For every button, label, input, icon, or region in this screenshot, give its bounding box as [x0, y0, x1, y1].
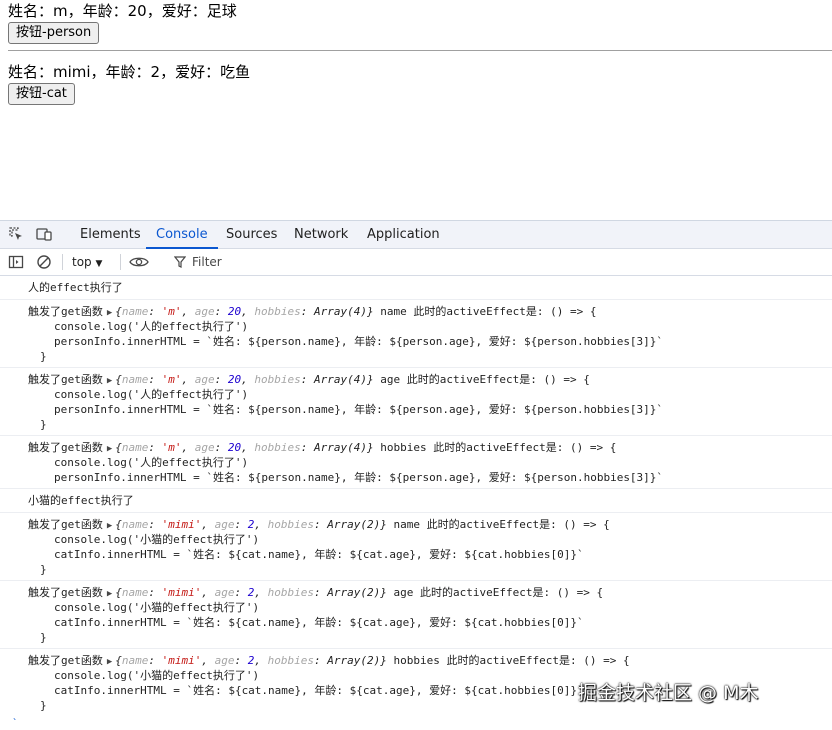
sidebar-toggle-icon[interactable]: [8, 254, 24, 270]
console-output: 人的effect执行了 触发了get函数 ▶ {name: 'm', age: 20…: [0, 276, 832, 716]
active-effect-label: 此时的activeEffect是: () => {: [426, 518, 610, 531]
person-info: 姓名：m，年龄：20，爱好：足球: [8, 2, 237, 20]
tab-application[interactable]: Application: [357, 221, 450, 248]
log-prefix: 触发了get函数: [28, 305, 103, 318]
expand-triangle-icon[interactable]: ▶: [107, 444, 112, 454]
toolbar-separator: [120, 254, 121, 270]
expand-triangle-icon[interactable]: ▶: [107, 589, 112, 599]
object-preview[interactable]: {name: 'mimi', age: 2, hobbies: Array(2)…: [115, 654, 387, 667]
object-preview[interactable]: {name: 'mimi', age: 2, hobbies: Array(2)…: [115, 586, 387, 599]
code-line: console.log('小猫的effect执行了'): [54, 601, 260, 614]
log-prefix: 触发了get函数: [28, 441, 103, 454]
context-label: top: [72, 255, 92, 269]
active-effect-label: 此时的activeEffect是: () => {: [420, 586, 604, 599]
clear-console-icon[interactable]: [36, 254, 52, 270]
toolbar-separator: [62, 254, 63, 270]
expand-triangle-icon[interactable]: ▶: [107, 308, 112, 318]
code-line: console.log('人的effect执行了'): [54, 320, 249, 333]
console-message: 触发了get函数 ▶ {name: 'mimi', age: 2, hobbies:…: [0, 581, 832, 649]
prop-name: hobbies: [380, 441, 427, 454]
prop-name: hobbies: [393, 654, 440, 667]
filter-placeholder: Filter: [192, 255, 222, 269]
prop-name: age: [393, 586, 414, 599]
tab-sources[interactable]: Sources: [216, 221, 287, 248]
context-selector[interactable]: top ▼: [72, 249, 102, 275]
log-prefix: 触发了get函数: [28, 373, 103, 386]
inspect-element-icon[interactable]: [8, 226, 24, 242]
active-effect-label: 此时的activeEffect是: () => {: [406, 373, 590, 386]
divider: [8, 50, 832, 51]
code-line: console.log('人的effect执行了'): [54, 456, 249, 469]
code-line: personInfo.innerHTML = `姓名: ${person.nam…: [54, 471, 664, 484]
object-preview[interactable]: {name: 'm', age: 20, hobbies: Array(4)}: [115, 305, 373, 318]
prop-name: name: [380, 305, 407, 318]
expand-triangle-icon[interactable]: ▶: [107, 376, 112, 386]
active-effect-label: 此时的activeEffect是: () => {: [413, 305, 597, 318]
cat-info: 姓名：mimi，年龄：2，爱好：吃鱼: [8, 63, 251, 81]
filter-input[interactable]: Filter: [166, 252, 366, 272]
person-button[interactable]: 按钮-person: [8, 22, 100, 44]
code-line: }: [40, 631, 47, 644]
tab-network[interactable]: Network: [284, 221, 358, 248]
log-prefix: 触发了get函数: [28, 518, 103, 531]
devtools-tabbar: Elements Console Sources Network Applica…: [0, 221, 832, 249]
code-line: console.log('人的effect执行了'): [54, 388, 249, 401]
active-effect-label: 此时的activeEffect是: () => {: [433, 441, 617, 454]
code-line: personInfo.innerHTML = `姓名: ${person.nam…: [54, 335, 664, 348]
object-preview[interactable]: {name: 'm', age: 20, hobbies: Array(4)}: [115, 441, 373, 454]
console-message: 小猫的effect执行了: [0, 489, 832, 513]
code-line: }: [40, 418, 47, 431]
log-text: 小猫的effect执行了: [28, 494, 134, 507]
console-message: 触发了get函数 ▶ {name: 'm', age: 20, hobbies: A…: [0, 436, 832, 489]
code-line: console.log('小猫的effect执行了'): [54, 533, 260, 546]
console-prompt[interactable]: `: [12, 718, 18, 729]
log-prefix: 触发了get函数: [28, 586, 103, 599]
filter-icon: [173, 255, 187, 269]
console-toolbar: top ▼ Filter: [0, 249, 832, 276]
expand-triangle-icon[interactable]: ▶: [107, 657, 112, 667]
code-line: catInfo.innerHTML = `姓名: ${cat.name}, 年龄…: [54, 548, 584, 561]
tab-elements[interactable]: Elements: [70, 221, 151, 248]
prop-name: name: [393, 518, 421, 531]
eye-icon[interactable]: [129, 254, 149, 270]
code-line: }: [40, 563, 47, 576]
console-message: 触发了get函数 ▶ {name: 'mimi', age: 2, hobbies:…: [0, 513, 832, 581]
console-message: 人的effect执行了: [0, 276, 832, 300]
console-message: 触发了get函数 ▶ {name: 'm', age: 20, hobbies: A…: [0, 300, 832, 368]
code-line: personInfo.innerHTML = `姓名: ${person.nam…: [54, 403, 664, 416]
log-text: 人的effect执行了: [28, 281, 123, 294]
watermark: 掘金技术社区 @ M木: [578, 682, 759, 704]
chevron-down-icon: ▼: [95, 259, 103, 269]
object-preview[interactable]: {name: 'm', age: 20, hobbies: Array(4)}: [115, 373, 373, 386]
prop-name: age: [380, 373, 401, 386]
code-line: catInfo.innerHTML = `姓名: ${cat.name}, 年龄…: [54, 616, 584, 629]
log-prefix: 触发了get函数: [28, 654, 103, 667]
console-message: 触发了get函数 ▶ {name: 'm', age: 20, hobbies: A…: [0, 368, 832, 436]
tab-console[interactable]: Console: [146, 221, 218, 249]
device-toolbar-icon[interactable]: [36, 226, 52, 242]
web-page: 姓名：m，年龄：20，爱好：足球 按钮-person 姓名：mimi，年龄：2，…: [0, 0, 832, 220]
code-line: }: [40, 350, 47, 363]
cat-button[interactable]: 按钮-cat: [8, 83, 75, 105]
expand-triangle-icon[interactable]: ▶: [107, 521, 112, 531]
object-preview[interactable]: {name: 'mimi', age: 2, hobbies: Array(2)…: [115, 518, 387, 531]
active-effect-label: 此时的activeEffect是: () => {: [446, 654, 630, 667]
